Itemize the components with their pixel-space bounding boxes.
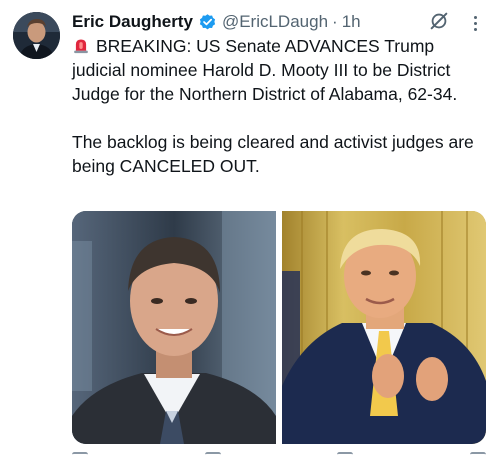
- more-dot: [473, 27, 477, 31]
- author-avatar[interactable]: [13, 12, 60, 59]
- retweet-icon[interactable]: [204, 452, 221, 457]
- reply-icon[interactable]: [72, 452, 88, 457]
- like-icon[interactable]: [337, 452, 354, 457]
- share-icon[interactable]: [469, 452, 486, 457]
- author-handle[interactable]: @EricLDaugh: [222, 12, 328, 32]
- photo-trump[interactable]: [282, 211, 486, 444]
- author-name[interactable]: Eric Daugherty: [72, 12, 193, 32]
- media-grid: [72, 211, 486, 444]
- more-options-icon[interactable]: [468, 12, 482, 34]
- tweet-text-line-1: BREAKING: US Senate ADVANCES Trump judic…: [72, 36, 458, 104]
- verified-badge-icon[interactable]: [198, 13, 217, 32]
- siren-icon: [74, 39, 88, 54]
- grok-icon[interactable]: [428, 10, 450, 32]
- tweet-text: BREAKING: US Senate ADVANCES Trump judic…: [72, 34, 492, 178]
- more-dot: [473, 15, 477, 19]
- action-bar: [72, 452, 486, 460]
- tweet-paragraph-2: The backlog is being cleared and activis…: [72, 132, 474, 176]
- tweet-paragraph-1: BREAKING: US Senate ADVANCES Trump judic…: [72, 34, 492, 106]
- timestamp[interactable]: 1h: [342, 12, 361, 32]
- tweet-header: Eric Daugherty @EricLDaugh · 1h: [72, 10, 361, 34]
- photo-nominee[interactable]: [72, 211, 276, 444]
- separator-dot: ·: [332, 12, 338, 31]
- more-dot: [473, 21, 477, 25]
